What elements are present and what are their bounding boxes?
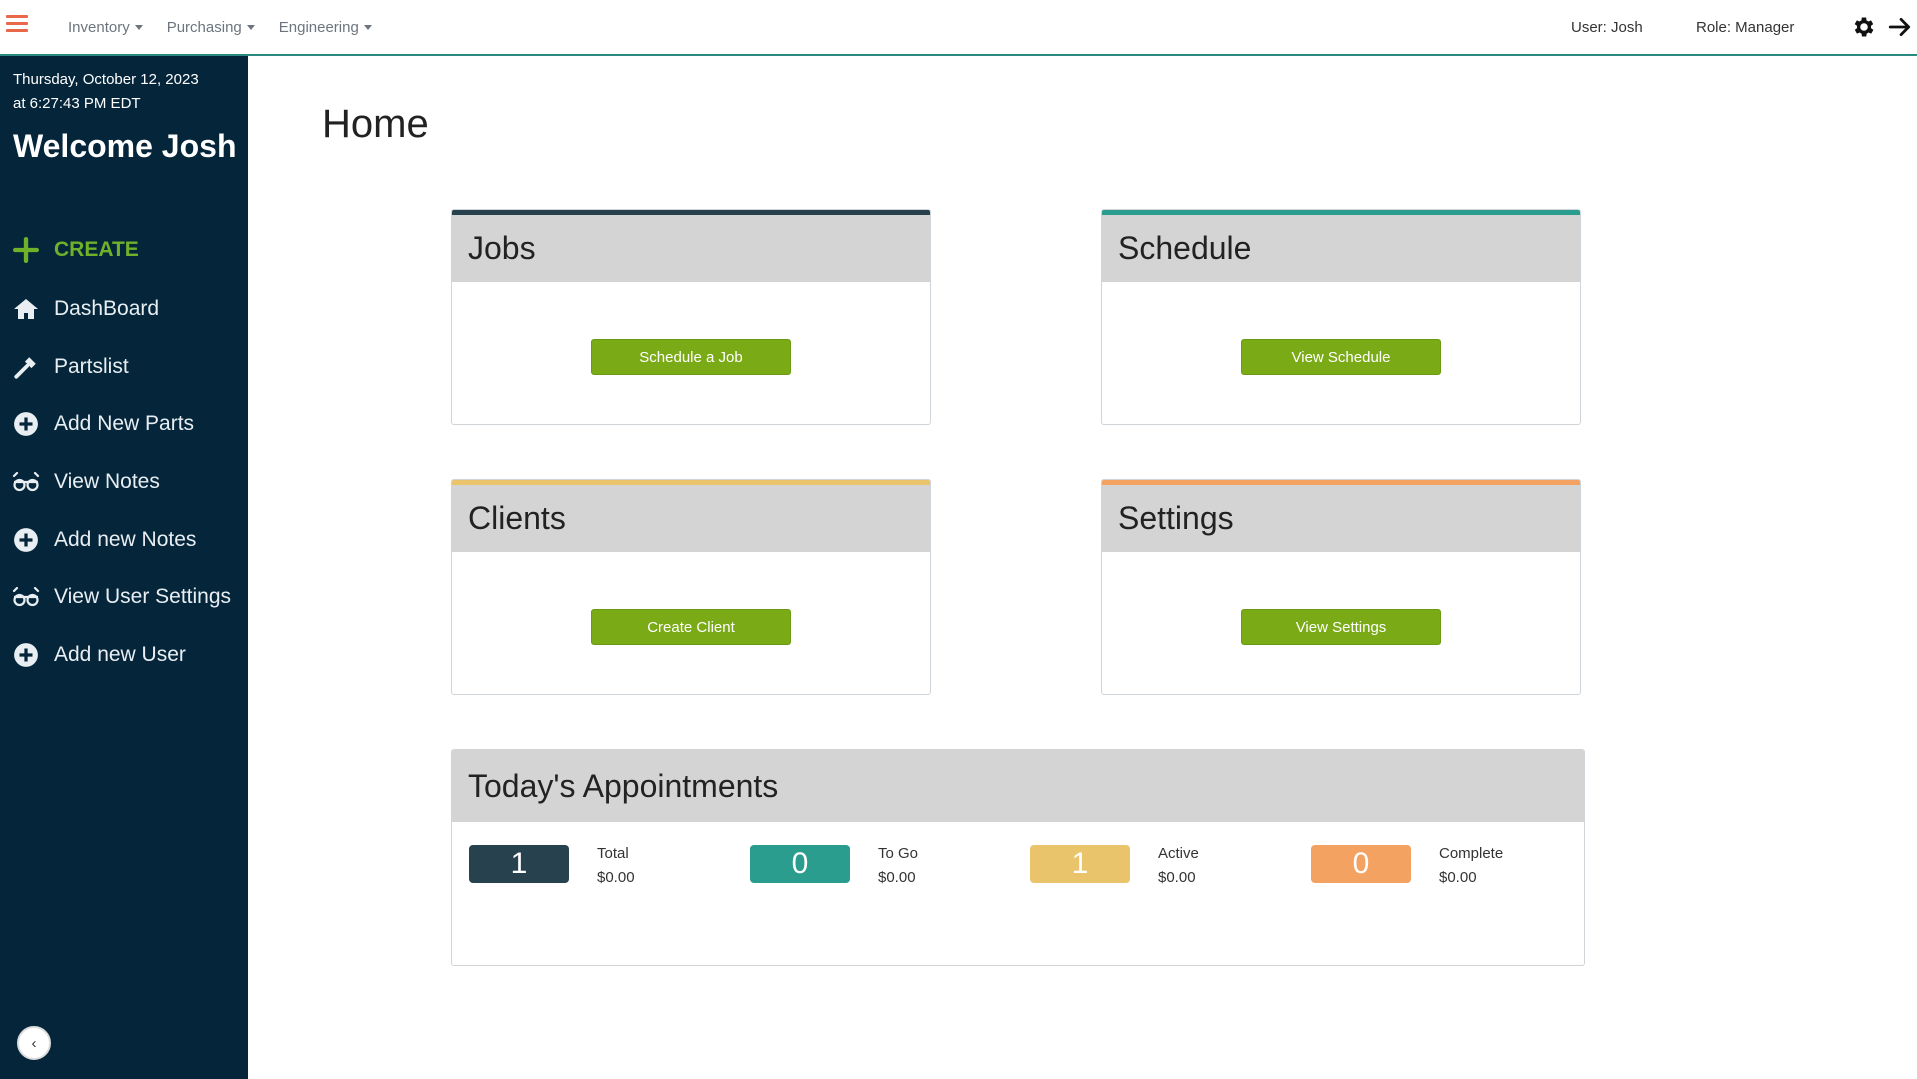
time-text: at 6:27:43 PM EDT [13, 95, 141, 112]
glasses-icon [12, 583, 40, 611]
stat-to-go: 0 To Go $0.00 [750, 845, 1030, 905]
schedule-job-button[interactable]: Schedule a Job [591, 339, 791, 375]
sidebar-item-dashboard[interactable]: DashBoard [12, 289, 159, 329]
top-navbar: Inventory Purchasing Engineering User: J… [0, 0, 1917, 56]
complete-label: Complete [1439, 845, 1504, 862]
sidebar-item-add-new-notes[interactable]: Add new Notes [12, 520, 196, 560]
jobs-card: Jobs Schedule a Job [451, 209, 931, 425]
settings-card-title: Settings [1102, 480, 1580, 552]
sidebar-item-create[interactable]: CREATE [12, 230, 139, 270]
jobs-card-body: Schedule a Job [452, 282, 930, 422]
plus-circle-icon [12, 410, 40, 438]
sidebar-item-view-notes[interactable]: View Notes [12, 462, 160, 502]
plus-icon [12, 236, 40, 264]
home-icon [12, 295, 40, 323]
active-label: Active [1158, 845, 1199, 862]
complete-count-badge: 0 [1311, 845, 1411, 883]
current-role: Role: Manager [1696, 19, 1795, 36]
sidebar-item-label: View Notes [54, 470, 160, 493]
active-amount: $0.00 [1158, 869, 1196, 886]
appointments-title: Today's Appointments [452, 750, 1584, 822]
logout-arrow-icon[interactable] [1887, 14, 1913, 40]
to-go-count-badge: 0 [750, 845, 850, 883]
sidebar-item-partslist[interactable]: Partslist [12, 347, 129, 387]
menu-icon[interactable] [6, 15, 28, 37]
active-count-badge: 1 [1030, 845, 1130, 883]
nav-engineering-label: Engineering [278, 18, 359, 36]
nav-inventory-label: Inventory [68, 18, 130, 36]
view-schedule-button[interactable]: View Schedule [1241, 339, 1441, 375]
nav-purchasing-label: Purchasing [166, 18, 242, 36]
plus-circle-icon [12, 641, 40, 669]
page-title: Home [322, 102, 429, 146]
stat-complete: 0 Complete $0.00 [1311, 845, 1584, 905]
to-go-label: To Go [878, 845, 919, 862]
glasses-icon [12, 468, 40, 496]
total-count-badge: 1 [469, 845, 569, 883]
current-user: User: Josh [1571, 19, 1643, 36]
plus-circle-icon [12, 526, 40, 554]
create-client-button[interactable]: Create Client [591, 609, 791, 645]
sidebar-item-label: View User Settings [54, 585, 232, 608]
caret-down-icon [363, 24, 372, 30]
welcome-heading: Welcome Josh [13, 128, 237, 164]
sidebar-item-add-new-user[interactable]: Add new User [12, 635, 186, 675]
top-nav-menu: Inventory Purchasing Engineering [68, 0, 372, 54]
caret-down-icon [134, 24, 143, 30]
date-text: Thursday, October 12, 2023 [13, 71, 199, 88]
sidebar-item-label: DashBoard [54, 297, 160, 320]
schedule-card-body: View Schedule [1102, 282, 1580, 422]
clients-card-body: Create Client [452, 552, 930, 692]
nav-purchasing-dropdown[interactable]: Purchasing [167, 19, 255, 36]
current-datetime: Thursday, October 12, 2023 at 6:27:43 PM… [13, 68, 199, 116]
nav-inventory-dropdown[interactable]: Inventory [68, 19, 143, 36]
chevron-left-icon: ‹ [31, 1034, 37, 1052]
settings-card: Settings View Settings [1101, 479, 1581, 695]
jobs-card-title: Jobs [452, 210, 930, 282]
view-settings-button[interactable]: View Settings [1241, 609, 1441, 645]
sidebar-item-label: Add New Parts [54, 412, 195, 435]
to-go-amount: $0.00 [878, 869, 916, 886]
sidebar: Thursday, October 12, 2023 at 6:27:43 PM… [0, 56, 248, 1079]
stat-total: 1 Total $0.00 [469, 845, 749, 905]
sidebar-item-add-new-parts[interactable]: Add New Parts [12, 404, 194, 444]
caret-down-icon [246, 24, 255, 30]
total-amount: $0.00 [597, 869, 635, 886]
sidebar-item-label: CREATE [54, 238, 139, 261]
schedule-card-title: Schedule [1102, 210, 1580, 282]
total-label: Total [597, 845, 629, 862]
nav-engineering-dropdown[interactable]: Engineering [279, 19, 372, 36]
sidebar-collapse-button[interactable]: ‹ [17, 1026, 51, 1060]
sidebar-item-view-user-settings[interactable]: View User Settings [12, 577, 231, 617]
clients-card-title: Clients [452, 480, 930, 552]
hammer-icon [12, 353, 40, 381]
clients-card: Clients Create Client [451, 479, 931, 695]
sidebar-item-label: Add new User [54, 643, 186, 666]
sidebar-item-label: Add new Notes [54, 528, 197, 551]
sidebar-item-label: Partslist [54, 355, 129, 378]
complete-amount: $0.00 [1439, 869, 1477, 886]
stat-active: 1 Active $0.00 [1030, 845, 1310, 905]
gear-icon[interactable] [1851, 14, 1877, 40]
settings-card-body: View Settings [1102, 552, 1580, 692]
todays-appointments-panel: Today's Appointments 1 Total $0.00 0 To … [451, 749, 1585, 966]
schedule-card: Schedule View Schedule [1101, 209, 1581, 425]
